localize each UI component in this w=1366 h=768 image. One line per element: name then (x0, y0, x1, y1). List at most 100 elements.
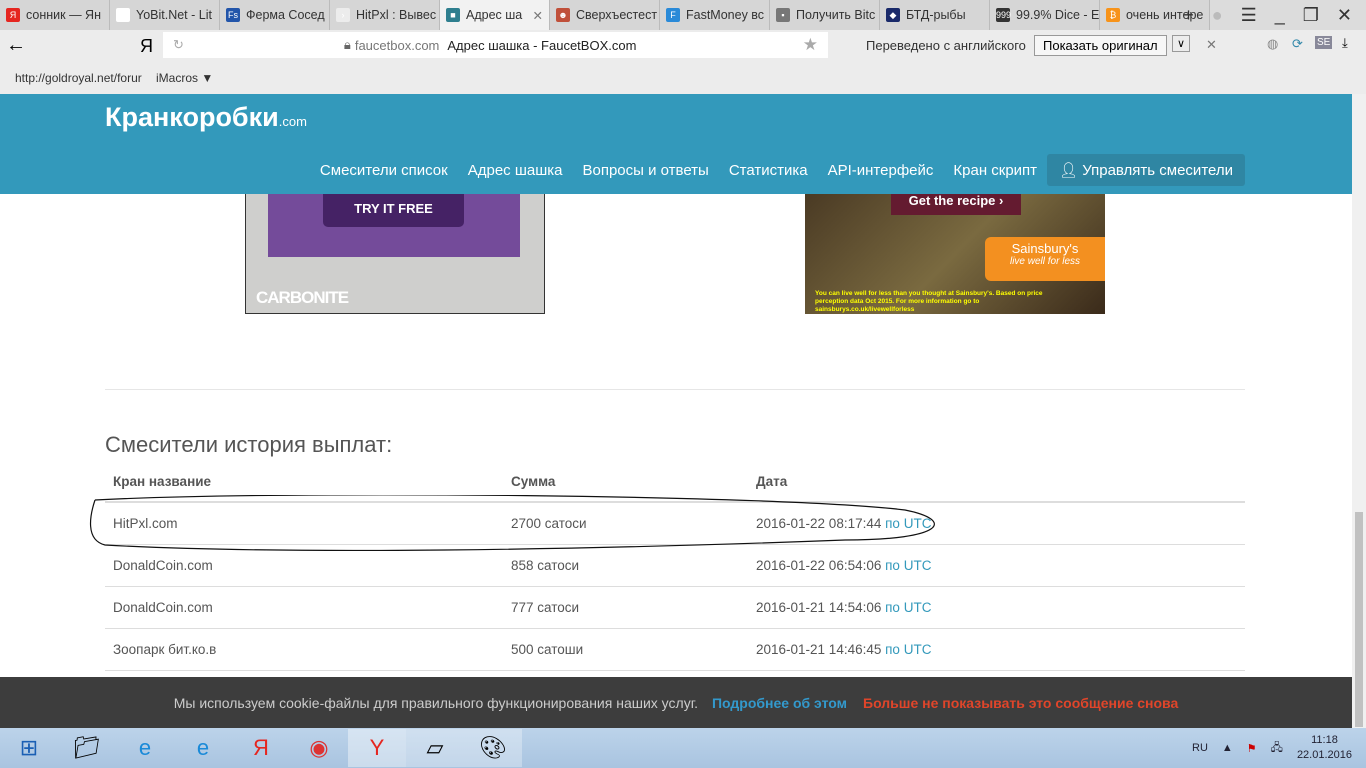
close-tab-icon[interactable]: ✕ (533, 8, 543, 23)
browser-tab[interactable]: ☻ Сверхъестест (550, 0, 660, 30)
tab-label: 99.9% Dice - E (1016, 8, 1100, 22)
url-title: Адрес шашка - FaucetBOX.com (447, 37, 637, 53)
timezone-link[interactable]: по UTC (885, 642, 931, 657)
tab-favicon-icon: ▯ (116, 8, 130, 22)
clock-date: 22.01.2016 (1296, 749, 1352, 761)
page-scrollbar[interactable] (1352, 94, 1366, 728)
new-tab-button[interactable]: + (1183, 5, 1194, 26)
taskbar-notepad-icon[interactable]: ▱ (406, 729, 464, 767)
ad-sainsburys[interactable]: Get the recipe › Sainsbury's live well fo… (805, 194, 1105, 314)
url-domain: faucetbox.com (354, 37, 440, 53)
start-button[interactable]: ⊞ (0, 729, 58, 767)
download-icon[interactable]: ⤓ (1342, 35, 1348, 51)
browser-tab[interactable]: F FastMoney вс (660, 0, 770, 30)
amount: 777 сатоси (503, 586, 748, 629)
system-tray: RU ▲ ⚑ 🖧︎ 11:18 22.01.2016 (1192, 728, 1352, 768)
tab-favicon-icon: › (336, 8, 350, 22)
cookie-dismiss-link[interactable]: Больше не показывать это сообщение снова (863, 695, 1178, 711)
hand-drawn-circle-annotation (90, 495, 935, 552)
flag-icon[interactable]: ⚑ (1247, 742, 1257, 755)
browser-tab[interactable]: Fs Ферма Сосед (220, 0, 330, 30)
nav-faucet-list[interactable]: Смесители список (310, 162, 458, 179)
taskbar: ⊞ 📁︎ e e Я ◉ Y ▱ 🎨︎ RU ▲ ⚑ 🖧︎ 11:18 22.01… (0, 728, 1366, 768)
taskbar-ie-icon[interactable]: e (116, 729, 174, 767)
site-logo[interactable]: Кранкоробки.com (105, 102, 307, 133)
manage-label: Управлять смесители (1082, 162, 1233, 179)
table-row: Зоопарк бит.ко.в 500 сатоши 2016-01-21 14:… (105, 628, 1245, 671)
translate-options-icon[interactable]: ∨ (1172, 35, 1191, 52)
yandex-button[interactable]: Я (140, 36, 153, 57)
minimize-icon[interactable]: _ (1275, 5, 1285, 26)
manage-faucets-button[interactable]: 👤︎ Управлять смесители (1047, 154, 1245, 186)
nav-api[interactable]: API-интерфейс (818, 162, 944, 179)
back-icon[interactable]: ← (6, 34, 26, 57)
timezone-link[interactable]: по UTC (885, 600, 931, 615)
ad-carbonite-logo: CARBONITE (256, 288, 349, 307)
url-field[interactable]: ↻ 🔒︎ faucetbox.com Адрес шашка - FaucetB… (163, 32, 828, 58)
sainsburys-tagline: live well for less (1009, 256, 1081, 267)
globe-icon[interactable]: ◍ (1267, 36, 1278, 52)
browser-tab[interactable]: 999 99.9% Dice - E (990, 0, 1100, 30)
close-translate-icon[interactable]: ✕ (1206, 37, 1217, 53)
date-cell: 2016-01-21 14:54:06 по UTC (748, 586, 1245, 629)
bookmark-goldroyal[interactable]: http://goldroyal.net/forur (15, 71, 143, 85)
network-icon[interactable]: 🖧︎ (1271, 739, 1283, 758)
browser-tab[interactable]: ▯ YoBit.Net - Lit (110, 0, 220, 30)
tab-favicon-icon: ₿ (1106, 8, 1120, 22)
bookmarks-bar: http://goldroyal.net/forur iMacros ▼ (0, 62, 1366, 94)
tab-favicon-icon: ☻ (556, 8, 570, 22)
browser-tab[interactable]: ▪ Получить Bitc (770, 0, 880, 30)
scrollbar-thumb[interactable] (1355, 512, 1363, 727)
close-icon[interactable]: ✕ (1337, 5, 1352, 26)
tab-favicon-icon: Fs (226, 8, 240, 22)
amount: 500 сатоши (503, 628, 748, 671)
browser-tab[interactable]: › HitPxl : Вывес (330, 0, 440, 30)
taskbar-yandex-icon[interactable]: Я (232, 729, 290, 767)
browser-tab[interactable]: ■ Адрес ша ✕ (440, 0, 550, 30)
profile-icon[interactable]: ● (1212, 5, 1223, 26)
address-bar-row: ← Я ↻ 🔒︎ faucetbox.com Адрес шашка - Fau… (0, 30, 1366, 62)
date: 2016-01-21 14:46:45 (756, 642, 882, 657)
tab-favicon-icon: ▪ (776, 8, 790, 22)
browser-tab[interactable]: ◆ БТД-рыбы (880, 0, 990, 30)
taskbar-chrome-icon[interactable]: ◉ (290, 729, 348, 767)
nav-faucet-script[interactable]: Кран скрипт (943, 162, 1047, 179)
nav-stats[interactable]: Статистика (719, 162, 818, 179)
reload-icon[interactable]: ↻ (173, 37, 184, 53)
section-title: Смесители история выплат: (105, 432, 393, 457)
lock-icon: 🔒︎ (343, 37, 351, 52)
restore-icon[interactable]: ❐ (1303, 5, 1319, 26)
ad-fine-print: You can live well for less than you thou… (815, 290, 1043, 313)
bookmark-star-icon[interactable]: ★ (803, 35, 818, 55)
browser-tab[interactable]: Ясонник — Ян (0, 0, 110, 30)
taskbar-ie2-icon[interactable]: e (174, 729, 232, 767)
sainsburys-logo: Sainsbury's live well for less (985, 237, 1105, 281)
recipe-label: Get the recipe (908, 194, 996, 208)
tab-label: Получить Bitc (796, 8, 876, 22)
show-original-button[interactable]: Показать оригинал (1034, 35, 1167, 56)
taskbar-yandex-browser-icon[interactable]: Y (348, 729, 406, 767)
taskbar-explorer-icon[interactable]: 📁︎ (58, 729, 116, 767)
tab-label: БТД-рыбы (906, 8, 966, 22)
ad-recipe-button[interactable]: Get the recipe › (891, 194, 1021, 215)
tab-favicon-icon: F (666, 8, 680, 22)
tab-favicon-icon: Я (6, 8, 20, 22)
bookmark-imacros[interactable]: iMacros ▼ (156, 71, 213, 85)
cookie-more-link[interactable]: Подробнее об этом (712, 695, 847, 711)
language-indicator[interactable]: RU (1192, 742, 1208, 754)
tab-favicon-icon: ■ (446, 8, 460, 22)
clock[interactable]: 11:18 22.01.2016 (1297, 733, 1352, 763)
tab-label: сонник — Ян (26, 8, 101, 22)
tray-expand-icon[interactable]: ▲ (1222, 742, 1233, 754)
tab-label: Ферма Сосед (246, 8, 325, 22)
menu-icon[interactable]: ☰ (1241, 5, 1257, 26)
nav-address-check[interactable]: Адрес шашка (458, 162, 573, 179)
taskbar-paint-icon[interactable]: 🎨︎ (464, 729, 522, 767)
sync-icon[interactable]: ⟳ (1292, 36, 1303, 52)
ad-carbonite[interactable]: TRY IT FREE CARBONITE (245, 194, 545, 314)
sainsburys-brand: Sainsbury's (1011, 241, 1079, 256)
extension-icon[interactable]: SE (1315, 36, 1333, 49)
ad-try-free-button[interactable]: TRY IT FREE (323, 194, 464, 227)
nav-faq[interactable]: Вопросы и ответы (572, 162, 718, 179)
cookie-banner: Мы используем cookie-файлы для правильно… (0, 677, 1352, 728)
